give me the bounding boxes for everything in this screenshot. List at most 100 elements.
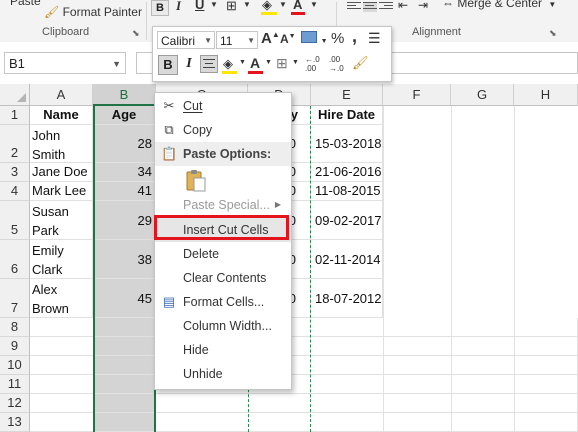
format-painter-icon: 🖌: [44, 5, 60, 19]
column-header-b[interactable]: B: [93, 84, 156, 106]
name-box-value: B1: [9, 56, 25, 71]
row-header-11[interactable]: 11: [0, 375, 30, 394]
cell-e1[interactable]: Hire Date: [311, 106, 383, 125]
row-header-3[interactable]: 3: [0, 163, 30, 182]
column-header-g[interactable]: G: [451, 84, 514, 106]
cell-e4[interactable]: 11-08-2015: [311, 182, 383, 201]
mini-borders-icon[interactable]: ⊞: [276, 55, 288, 72]
menu-item-column-width[interactable]: Column Width...: [155, 314, 291, 338]
chevron-down-icon[interactable]: ▼: [243, 0, 251, 9]
mini-fill-color-icon[interactable]: ◈: [223, 56, 233, 72]
align-left-icon[interactable]: [347, 2, 361, 12]
row-header-8[interactable]: 8: [0, 318, 30, 337]
mini-font-size[interactable]: 11 ▼: [216, 31, 258, 49]
mini-font-color-button[interactable]: A: [250, 55, 260, 71]
name-line: Park: [32, 223, 59, 238]
chevron-down-icon: ▼: [247, 36, 255, 45]
row-header-5[interactable]: 5: [0, 201, 30, 240]
menu-item-format-cells[interactable]: ▤ Format Cells...: [155, 290, 291, 314]
percent-button[interactable]: %: [331, 30, 344, 47]
align-right-icon[interactable]: [379, 2, 393, 12]
format-painter-icon[interactable]: 🖌: [352, 55, 369, 71]
cell-e3[interactable]: 21-06-2016: [311, 163, 383, 182]
chevron-down-icon[interactable]: ▼: [239, 59, 246, 66]
chevron-down-icon[interactable]: ▼: [210, 0, 218, 9]
cell-a6[interactable]: Emily Clark: [30, 240, 93, 279]
menu-item-delete[interactable]: Delete: [155, 242, 291, 266]
column-header-h[interactable]: H: [514, 84, 578, 106]
copy-icon: ⧉: [164, 122, 174, 137]
merge-center-label: Merge & Center: [457, 0, 543, 10]
cell-e6[interactable]: 02-11-2014: [311, 240, 383, 279]
menu-item-copy[interactable]: ⧉ Copy: [155, 118, 291, 142]
menu-item-unhide[interactable]: Unhide: [155, 362, 291, 386]
mini-bold-button[interactable]: B: [158, 55, 178, 75]
grow-font-button[interactable]: A▲: [261, 30, 280, 47]
clipboard-icon: 📋: [161, 146, 178, 161]
name-line: Brown: [32, 301, 69, 316]
menu-item-insert-cut-cells[interactable]: Insert Cut Cells: [155, 218, 291, 242]
row-header-1[interactable]: 1: [0, 106, 30, 125]
currency-icon: [301, 31, 317, 43]
chevron-down-icon[interactable]: ▼: [112, 53, 121, 75]
gridline: [383, 106, 384, 432]
format-painter-button[interactable]: 🖌 Format Painter: [44, 5, 142, 19]
ribbon-italic-button[interactable]: I: [176, 0, 181, 14]
row-header-2[interactable]: 2: [0, 125, 30, 163]
align-center-icon[interactable]: [363, 2, 377, 12]
decrease-indent-icon[interactable]: ⇤: [398, 0, 408, 12]
row-header-4[interactable]: 4: [0, 182, 30, 201]
column-header-e[interactable]: E: [311, 84, 383, 106]
shrink-font-button[interactable]: A▼: [280, 32, 296, 46]
chevron-down-icon[interactable]: ▼: [279, 0, 287, 9]
menu-item-cut[interactable]: ✂ Cut: [155, 94, 291, 118]
cell-a2[interactable]: John Smith: [30, 125, 93, 163]
chevron-down-icon[interactable]: ▼: [292, 59, 299, 66]
menu-item-paste-special[interactable]: Paste Special... ▶: [155, 193, 291, 217]
alignment-group-label: Alignment: [412, 26, 461, 38]
row-header-13[interactable]: 13: [0, 413, 30, 432]
cut-marquee-right: [310, 106, 311, 432]
alignment-launcher-icon[interactable]: ⬊: [549, 28, 557, 39]
increase-decimal-button[interactable]: ←.0 .00: [305, 55, 320, 73]
cell-e2[interactable]: 15-03-2018: [311, 125, 383, 163]
context-menu: ✂ Cut ⧉ Copy 📋 Paste Options: Paste Spec…: [154, 92, 292, 390]
decrease-decimal-button[interactable]: .00 →.0: [329, 55, 344, 73]
column-header-f[interactable]: F: [383, 84, 451, 106]
font-color-icon[interactable]: A: [293, 0, 302, 12]
row-header-10[interactable]: 10: [0, 356, 30, 375]
paste-clipboard-icon[interactable]: [185, 169, 207, 193]
menu-item-clear-contents[interactable]: Clear Contents: [155, 266, 291, 290]
cell-e7[interactable]: 18-07-2012: [311, 279, 383, 318]
increase-indent-icon[interactable]: ⇥: [418, 0, 428, 12]
cell-a4[interactable]: Mark Lee: [30, 182, 93, 201]
select-all-button[interactable]: [0, 84, 30, 106]
comma-button[interactable]: ,: [352, 26, 357, 47]
format-table-icon[interactable]: ☰: [368, 30, 381, 47]
cell-e5[interactable]: 09-02-2017: [311, 201, 383, 240]
chevron-down-icon[interactable]: ▼: [265, 59, 272, 66]
menu-item-hide[interactable]: Hide: [155, 338, 291, 362]
mini-align-center-icon[interactable]: [200, 55, 218, 73]
row-header-12[interactable]: 12: [0, 394, 30, 413]
row-header-7[interactable]: 7: [0, 279, 30, 318]
column-header-a[interactable]: A: [30, 84, 93, 106]
mini-font-name[interactable]: Calibri ▼: [157, 31, 215, 49]
clipboard-launcher-icon[interactable]: ⬊: [132, 28, 140, 39]
row-header-6[interactable]: 6: [0, 240, 30, 279]
row-header-9[interactable]: 9: [0, 337, 30, 356]
paste-button[interactable]: Paste: [10, 0, 41, 8]
currency-button[interactable]: ▼: [301, 31, 328, 46]
name-box[interactable]: B1 ▼: [4, 52, 126, 74]
cell-a1[interactable]: Name: [30, 106, 93, 125]
merge-center-button[interactable]: ⇔ Merge & Center ▼: [442, 0, 556, 10]
cell-a3[interactable]: Jane Doe: [30, 163, 93, 182]
mini-italic-button[interactable]: I: [181, 55, 197, 73]
ribbon-underline-button[interactable]: U: [195, 0, 204, 12]
cell-a5[interactable]: Susan Park: [30, 201, 93, 240]
cell-a7[interactable]: Alex Brown: [30, 279, 93, 318]
borders-icon[interactable]: ⊞: [226, 0, 237, 14]
scissors-icon: ✂: [163, 98, 175, 113]
chevron-down-icon[interactable]: ▼: [310, 0, 318, 9]
ribbon-bold-button[interactable]: B: [151, 0, 169, 16]
